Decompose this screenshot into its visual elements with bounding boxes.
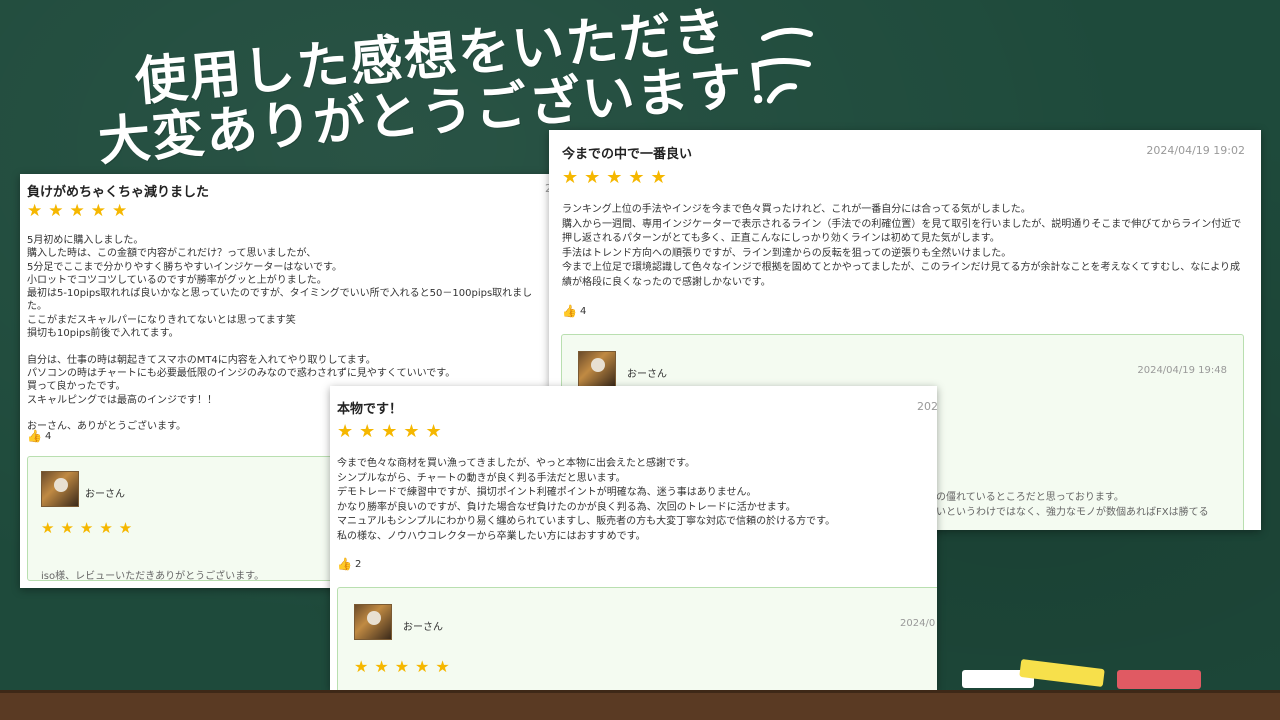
red-chalk [1117, 670, 1201, 689]
review-date: 2024/04/19 19:02 [1146, 144, 1245, 157]
like-button[interactable]: 👍 4 [562, 304, 586, 318]
reply-text: iso様、レビューいただきありがとうございます。 [41, 571, 265, 582]
rating-stars: ★★★★★ [562, 167, 673, 188]
rating-stars: ★★★★★ [27, 201, 134, 221]
rating-stars: ★★★★★ [337, 421, 448, 442]
reply-date: 2024/04/19 19:48 [1137, 365, 1227, 376]
thumbs-up-icon: 👍 [562, 304, 577, 318]
like-button[interactable]: 👍 4 [27, 429, 51, 443]
seller-avatar [578, 351, 616, 387]
review-card-center: 本物です！ 202 ★★★★★ 今まで色々な商材を買い漁ってきましたが、やっと本… [330, 386, 937, 690]
review-date: 202 [917, 400, 937, 413]
like-count: 4 [44, 430, 52, 442]
reply-date: 2024/0 [900, 618, 936, 629]
thumbs-up-icon: 👍 [27, 429, 42, 443]
like-count: 2 [354, 558, 362, 570]
like-count: 4 [579, 305, 587, 317]
like-button[interactable]: 👍 2 [337, 557, 361, 571]
reply-text-line-2: いというわけではなく、強力なモノが数個あればFXは勝てる [936, 507, 1209, 518]
reply-rating-stars: ★★★★★ [354, 657, 456, 676]
review-title: 負けがめちゃくちゃ減りました [27, 185, 210, 200]
reply-text-line-1: の僵れているところだと思っております。 [936, 492, 1124, 503]
review-title: 本物です！ [337, 402, 403, 417]
seller-name: おーさん [85, 489, 125, 500]
review-body: 今まで色々な商材を買い漁ってきましたが、やっと本物に出会えたと感謝です。 シンプ… [337, 458, 836, 542]
seller-name: おーさん [403, 622, 443, 633]
seller-avatar [41, 471, 79, 507]
sparkle-icon [757, 27, 813, 104]
review-title: 今までの中で一番良い [562, 147, 693, 162]
seller-name: おーさん [627, 369, 667, 380]
reply-rating-stars: ★★★★★ [41, 519, 139, 537]
seller-avatar [354, 604, 392, 640]
thumbs-up-icon: 👍 [337, 557, 352, 571]
review-body: ランキング上位の手法やインジを今まで色々買ったけれど、これが一番自分には合ってる… [562, 204, 1242, 288]
chalk-tray [0, 690, 1280, 720]
seller-reply: おーさん 2024/0 ★★★★★ [337, 587, 937, 690]
